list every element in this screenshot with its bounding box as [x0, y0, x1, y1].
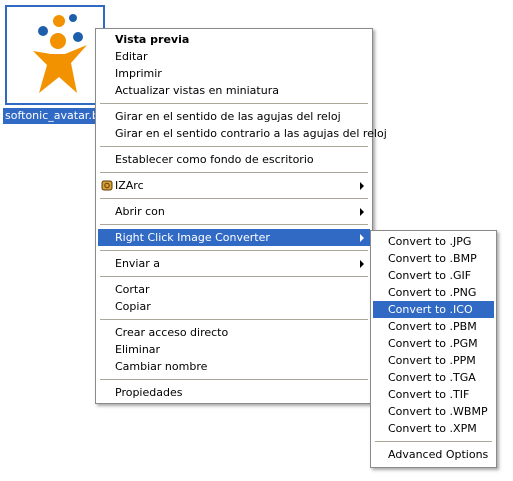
- menu-item-label: Convert to .GIF: [388, 269, 472, 282]
- menu-item-label: Copiar: [115, 300, 151, 313]
- menu-separator: [100, 319, 368, 320]
- menu-item-label: Crear acceso directo: [115, 326, 229, 339]
- menu-item-advanced-options[interactable]: Advanced Options: [373, 446, 494, 463]
- menu-item-convert-to-bmp[interactable]: Convert to .BMP: [373, 250, 494, 267]
- menu-item-label: Cambiar nombre: [115, 360, 208, 373]
- menu-item-label: Convert to .WBMP: [388, 405, 488, 418]
- softonic-star-logo-icon: [33, 14, 87, 93]
- submenu-arrow-icon: [360, 182, 364, 190]
- menu-item-convert-to-pbm[interactable]: Convert to .PBM: [373, 318, 494, 335]
- menu-item-label: Convert to .BMP: [388, 252, 477, 265]
- menu-item-establecer-como-fondo-de-escritorio[interactable]: Establecer como fondo de escritorio: [98, 151, 370, 168]
- menu-item-cortar[interactable]: Cortar: [98, 281, 370, 298]
- menu-item-label: Convert to .PNG: [388, 286, 477, 299]
- menu-item-crear-acceso-directo[interactable]: Crear acceso directo: [98, 324, 370, 341]
- file-name-label[interactable]: softonic_avatar.bm: [3, 108, 106, 124]
- menu-item-label: Propiedades: [115, 386, 183, 399]
- menu-item-label: Imprimir: [115, 67, 162, 80]
- menu-item-convert-to-tga[interactable]: Convert to .TGA: [373, 369, 494, 386]
- menu-item-convert-to-png[interactable]: Convert to .PNG: [373, 284, 494, 301]
- context-menu: Vista previa Editar Imprimir Actualizar vis…: [95, 28, 387, 404]
- menu-item-girar-en-el-sentido-contrario-a-las-agujas-del-reloj[interactable]: Girar en el sentido contrario a las aguj…: [98, 125, 387, 142]
- menu-item-copiar[interactable]: Copiar: [98, 298, 370, 315]
- menu-item-label: Girar en el sentido de las agujas del re…: [115, 110, 341, 123]
- menu-item-abrir-con[interactable]: Abrir con: [98, 203, 370, 220]
- menu-item-label: IZArc: [115, 179, 144, 192]
- menu-item-convert-to-pgm[interactable]: Convert to .PGM: [373, 335, 494, 352]
- menu-item-label: Actualizar vistas en miniatura: [115, 84, 279, 97]
- menu-separator: [100, 103, 368, 104]
- menu-item-eliminar[interactable]: Eliminar: [98, 341, 370, 358]
- menu-item-label: Eliminar: [115, 343, 161, 356]
- menu-separator: [100, 276, 368, 277]
- menu-item-convert-to-gif[interactable]: Convert to .GIF: [373, 267, 494, 284]
- menu-item-label: Right Click Image Converter: [115, 231, 270, 244]
- submenu-arrow-icon: [360, 260, 364, 268]
- menu-item-label: Convert to .TIF: [388, 388, 470, 401]
- menu-item-label: Convert to .XPM: [388, 422, 477, 435]
- file-thumbnail[interactable]: [5, 5, 105, 105]
- submenu-arrow-icon: [360, 208, 364, 216]
- menu-item-imprimir[interactable]: Imprimir: [98, 65, 370, 82]
- menu-item-label: Cortar: [115, 283, 150, 296]
- menu-item-vista-previa[interactable]: Vista previa: [98, 31, 370, 48]
- menu-item-convert-to-jpg[interactable]: Convert to .JPG: [373, 233, 494, 250]
- menu-item-editar[interactable]: Editar: [98, 48, 370, 65]
- menu-item-convert-to-tif[interactable]: Convert to .TIF: [373, 386, 494, 403]
- menu-separator: [100, 224, 368, 225]
- menu-item-label: Enviar a: [115, 257, 160, 270]
- menu-item-enviar-a[interactable]: Enviar a: [98, 255, 370, 272]
- menu-item-label: Convert to .PBM: [388, 320, 477, 333]
- menu-item-label: Convert to .PGM: [388, 337, 478, 350]
- menu-separator: [100, 172, 368, 173]
- menu-separator: [100, 250, 368, 251]
- menu-item-label: Abrir con: [115, 205, 165, 218]
- menu-item-label: Convert to .ICO: [388, 303, 473, 316]
- menu-item-actualizar-vistas-en-miniatura[interactable]: Actualizar vistas en miniatura: [98, 82, 370, 99]
- submenu-arrow-icon: [360, 234, 364, 242]
- menu-item-label: Convert to .JPG: [388, 235, 472, 248]
- menu-item-izarc[interactable]: IZArc: [98, 177, 370, 194]
- menu-separator: [100, 198, 368, 199]
- izarc-archive-icon: [101, 180, 113, 191]
- menu-item-label: Establecer como fondo de escritorio: [115, 153, 314, 166]
- menu-item-label: Convert to .TGA: [388, 371, 476, 384]
- menu-item-girar-en-el-sentido-de-las-agujas-del-reloj[interactable]: Girar en el sentido de las agujas del re…: [98, 108, 370, 125]
- menu-item-convert-to-wbmp[interactable]: Convert to .WBMP: [373, 403, 494, 420]
- menu-separator: [100, 146, 368, 147]
- menu-item-propiedades[interactable]: Propiedades: [98, 384, 370, 401]
- menu-item-label: Advanced Options: [388, 448, 489, 461]
- image-converter-submenu: Convert to .JPG Convert to .BMP Convert to…: [370, 230, 497, 468]
- menu-item-convert-to-ppm[interactable]: Convert to .PPM: [373, 352, 494, 369]
- menu-item-convert-to-ico[interactable]: Convert to .ICO: [373, 301, 494, 318]
- menu-item-label: Girar en el sentido contrario a las aguj…: [115, 127, 387, 140]
- menu-item-label: Editar: [115, 50, 148, 63]
- menu-item-convert-to-xpm[interactable]: Convert to .XPM: [373, 420, 494, 437]
- menu-item-label: Convert to .PPM: [388, 354, 476, 367]
- menu-item-cambiar-nombre[interactable]: Cambiar nombre: [98, 358, 370, 375]
- menu-separator: [100, 379, 368, 380]
- menu-separator: [375, 441, 492, 442]
- menu-item-right-click-image-converter[interactable]: Right Click Image Converter: [98, 229, 370, 246]
- menu-item-label: Vista previa: [115, 33, 190, 46]
